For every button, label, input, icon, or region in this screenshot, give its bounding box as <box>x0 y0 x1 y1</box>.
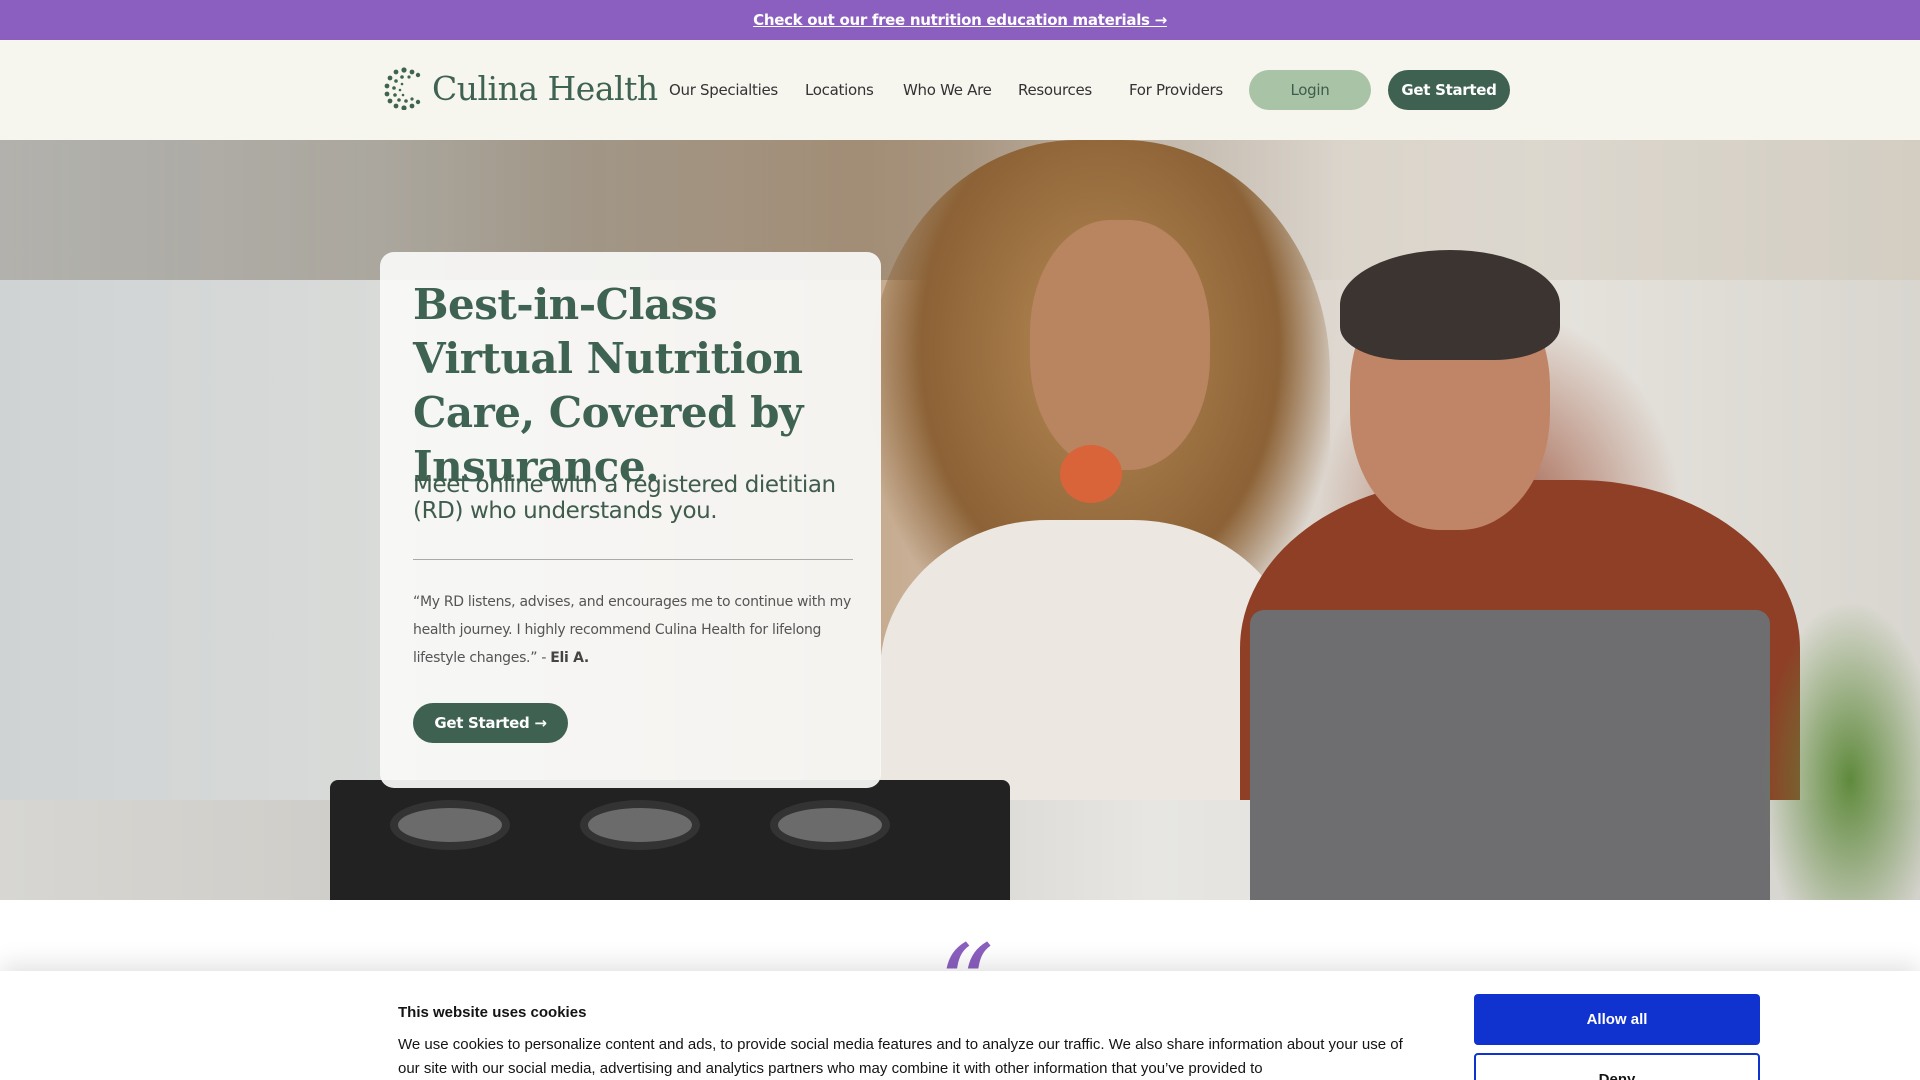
hero-get-started-button[interactable]: Get Started → <box>413 703 568 743</box>
divider <box>413 559 853 560</box>
testimonial-text: “My RD listens, advises, and encourages … <box>413 594 852 666</box>
hero-photo-woman-face <box>1030 220 1210 470</box>
nav-our-specialties[interactable]: Our Specialties <box>669 81 778 99</box>
culina-logo-icon <box>384 67 421 110</box>
stove-burner <box>580 800 700 850</box>
logo[interactable]: Culina Health <box>384 66 658 110</box>
nav-who-we-are[interactable]: Who We Are <box>903 81 992 99</box>
cookie-title: This website uses cookies <box>398 1004 587 1021</box>
nav-resources[interactable]: Resources <box>1018 81 1092 99</box>
allow-all-button[interactable]: Allow all <box>1474 994 1760 1045</box>
login-button[interactable]: Login <box>1249 70 1371 110</box>
hero-card: Best-in-Class Virtual Nutrition Care, Co… <box>380 252 881 788</box>
testimonial-author: Eli A. <box>550 650 589 666</box>
site-header: Culina Health Our Specialties Locations … <box>0 40 1920 140</box>
cookie-banner: This website uses cookies We use cookies… <box>0 971 1920 1080</box>
hero-testimonial: “My RD listens, advises, and encourages … <box>413 588 853 672</box>
hero-photo-plant <box>1760 600 1920 900</box>
hero-photo-man-hair <box>1340 250 1560 360</box>
stove-burner <box>770 800 890 850</box>
announcement-link[interactable]: Check out our free nutrition education m… <box>753 11 1167 29</box>
logo-text: Culina Health <box>432 68 658 108</box>
cookie-text: We use cookies to personalize content an… <box>398 1036 1403 1077</box>
hero-section <box>0 140 1920 900</box>
hero-subtitle: Meet online with a registered dietitian … <box>413 472 836 524</box>
nav-locations[interactable]: Locations <box>805 81 874 99</box>
stove-burner <box>390 800 510 850</box>
hero-photo-laptop <box>1250 610 1770 900</box>
hero-title: Best-in-Class Virtual Nutrition Care, Co… <box>413 280 803 491</box>
announcement-bar: Check out our free nutrition education m… <box>0 0 1920 40</box>
nav-for-providers[interactable]: For Providers <box>1129 81 1223 99</box>
get-started-button[interactable]: Get Started <box>1388 70 1510 110</box>
deny-button[interactable]: Deny <box>1474 1053 1760 1080</box>
hero-photo-stove <box>330 780 1010 900</box>
hero-photo-apple <box>1060 445 1122 503</box>
